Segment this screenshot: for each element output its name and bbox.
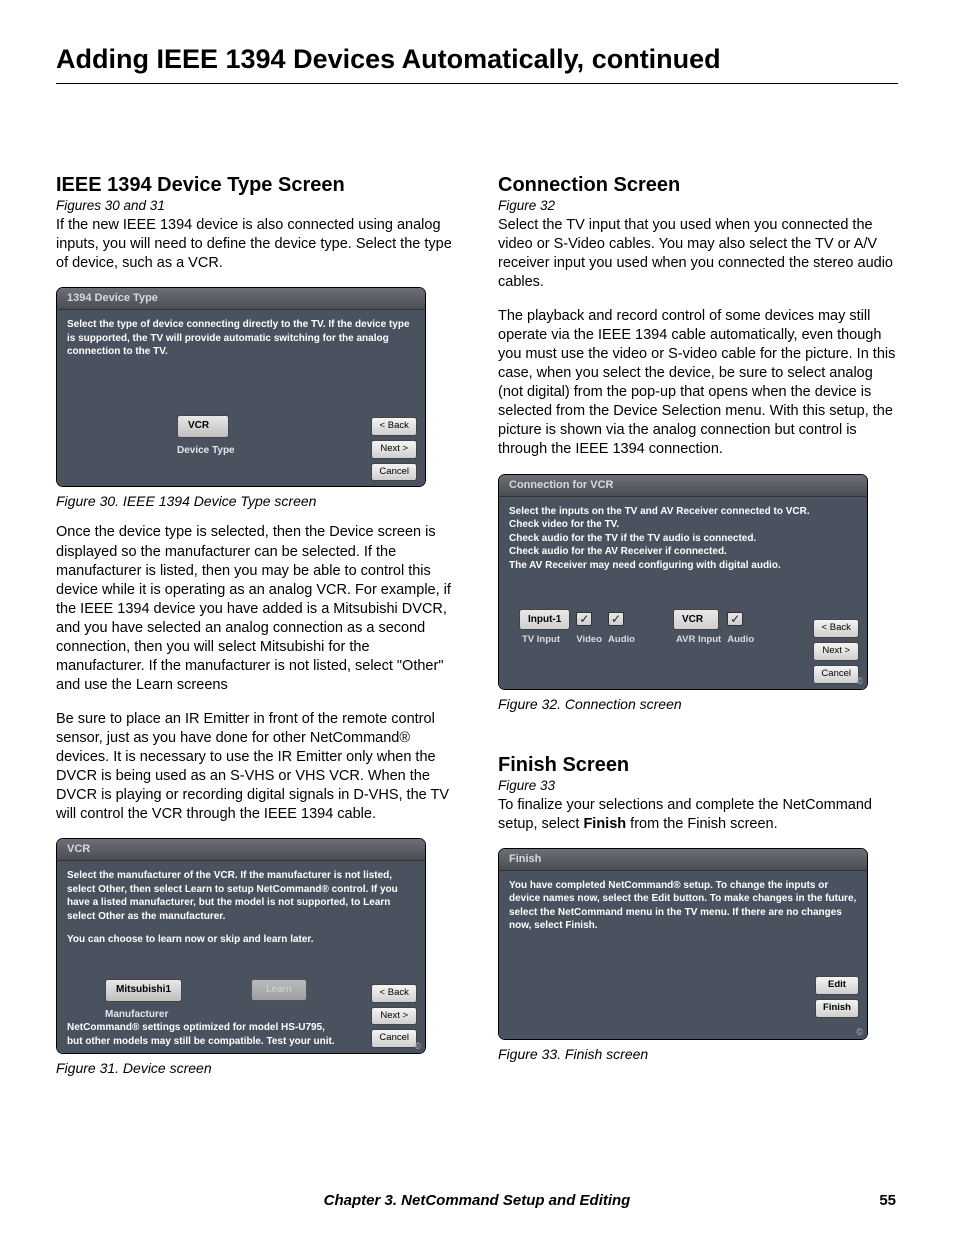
panel-instructions: You have completed NetCommand® setup. To… — [509, 879, 857, 933]
horizontal-rule — [56, 83, 898, 84]
screenshot-finish: Finish You have completed NetCommand® se… — [498, 848, 868, 1040]
panel-title: Finish — [499, 849, 867, 871]
panel-instructions-2: You can choose to learn now or skip and … — [67, 933, 415, 947]
screenshot-device-type: 1394 Device Type Select the type of devi… — [56, 287, 426, 487]
cancel-button[interactable]: Cancel — [371, 1029, 417, 1048]
tv-input-select[interactable]: Input-1 — [519, 609, 570, 631]
cancel-button[interactable]: Cancel — [813, 665, 859, 684]
back-button[interactable]: < Back — [371, 417, 417, 436]
avr-audio-checkbox[interactable] — [727, 612, 743, 626]
right-column: Connection Screen Figure 32 Select the T… — [498, 174, 896, 1090]
figure-ref: Figure 32 — [498, 198, 896, 213]
screenshot-device: VCR Select the manufacturer of the VCR. … — [56, 838, 426, 1054]
copyright-icon: © — [414, 1040, 421, 1052]
figure-caption: Figure 31. Device screen — [56, 1060, 454, 1076]
audio-checkbox[interactable] — [608, 612, 624, 626]
manufacturer-label: Manufacturer — [105, 1008, 182, 1022]
section-heading-finish: Finish Screen — [498, 754, 896, 777]
chapter-footer: Chapter 3. NetCommand Setup and Editing — [0, 1192, 954, 1209]
paragraph: Be sure to place an IR Emitter in front … — [56, 710, 454, 825]
back-button[interactable]: < Back — [371, 984, 417, 1003]
paragraph: To finalize your selections and complete… — [498, 796, 896, 834]
next-button[interactable]: Next > — [371, 1007, 417, 1026]
figure-ref: Figures 30 and 31 — [56, 198, 454, 213]
audio-col-label: Audio — [608, 634, 635, 647]
screenshot-connection: Connection for VCR Select the inputs on … — [498, 474, 868, 690]
panel-instructions: Select the manufacturer of the VCR. If t… — [67, 869, 415, 923]
device-type-label: Device Type — [177, 444, 235, 458]
finish-button[interactable]: Finish — [815, 999, 859, 1018]
panel-instructions: Select the type of device connecting dir… — [67, 318, 415, 359]
panel-instructions: Select the inputs on the TV and AV Recei… — [509, 505, 857, 573]
panel-title: 1394 Device Type — [57, 288, 425, 310]
avr-input-label: AVR Input — [673, 634, 721, 647]
paragraph: The playback and record control of some … — [498, 307, 896, 460]
avr-audio-col-label: Audio — [727, 634, 754, 647]
figure-caption: Figure 30. IEEE 1394 Device Type screen — [56, 493, 454, 509]
learn-button[interactable]: Learn — [251, 979, 307, 1001]
paragraph: Once the device type is selected, then t… — [56, 523, 454, 695]
panel-title: Connection for VCR — [499, 475, 867, 497]
page-number: 55 — [879, 1192, 896, 1209]
paragraph: Select the TV input that you used when y… — [498, 216, 896, 293]
next-button[interactable]: Next > — [813, 642, 859, 661]
next-button[interactable]: Next > — [371, 440, 417, 459]
back-button[interactable]: < Back — [813, 619, 859, 638]
video-checkbox[interactable] — [576, 612, 592, 626]
paragraph: If the new IEEE 1394 device is also conn… — [56, 216, 454, 273]
left-column: IEEE 1394 Device Type Screen Figures 30 … — [56, 174, 454, 1090]
section-heading-connection: Connection Screen — [498, 174, 896, 197]
cancel-button[interactable]: Cancel — [371, 463, 417, 482]
figure-ref: Figure 33 — [498, 778, 896, 793]
device-type-select[interactable]: VCR — [177, 415, 229, 438]
video-col-label: Video — [576, 634, 602, 647]
panel-title: VCR — [57, 839, 425, 861]
copyright-icon: © — [856, 675, 863, 687]
manufacturer-select[interactable]: Mitsubishi1 — [105, 979, 182, 1002]
figure-caption: Figure 33. Finish screen — [498, 1046, 896, 1062]
edit-button[interactable]: Edit — [815, 976, 859, 995]
section-heading-device-type: IEEE 1394 Device Type Screen — [56, 174, 454, 197]
panel-note: NetCommand® settings optimized for model… — [67, 1021, 337, 1048]
avr-input-select[interactable]: VCR — [673, 609, 719, 631]
copyright-icon: © — [856, 1026, 863, 1038]
page-title: Adding IEEE 1394 Devices Automatically, … — [56, 44, 898, 75]
tv-input-label: TV Input — [519, 634, 570, 647]
figure-caption: Figure 32. Connection screen — [498, 696, 896, 712]
